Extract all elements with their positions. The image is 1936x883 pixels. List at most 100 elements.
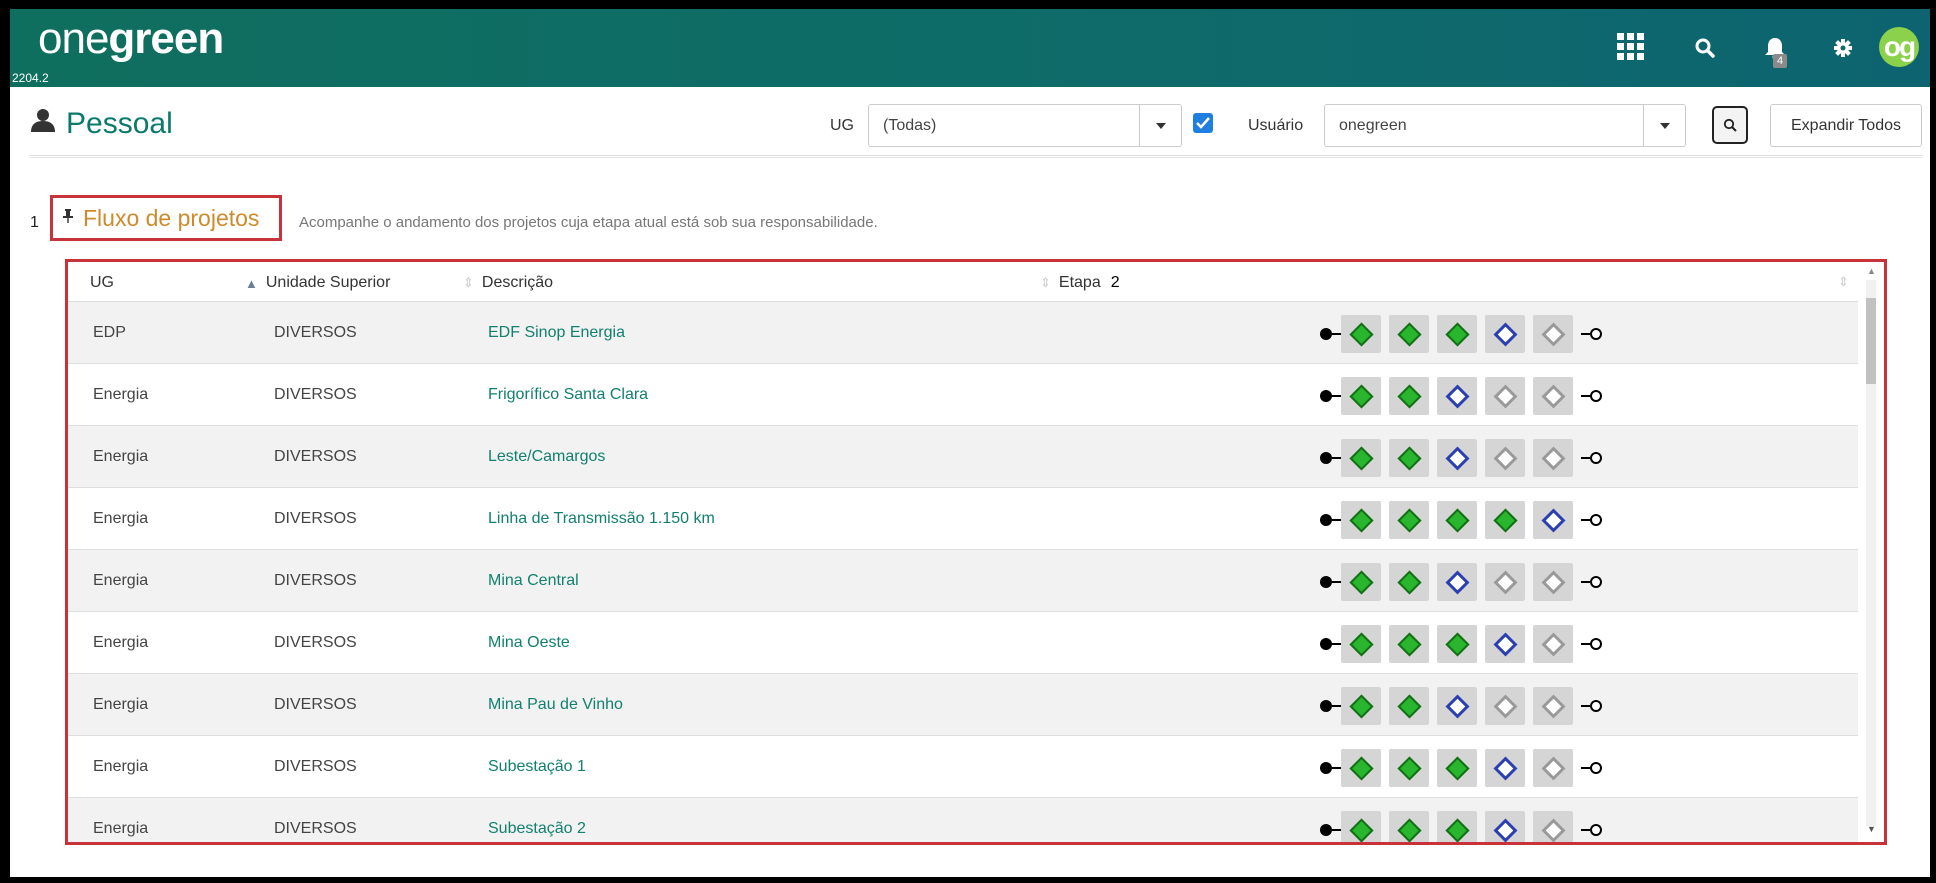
gear-icon[interactable] xyxy=(1828,31,1858,65)
stage-step-gray[interactable] xyxy=(1485,563,1525,601)
stage-step-gray[interactable] xyxy=(1533,563,1573,601)
stage-step-blue[interactable] xyxy=(1485,811,1525,842)
stage-start-dot xyxy=(1320,576,1332,588)
cell-descricao-link[interactable]: Linha de Transmissão 1.150 km xyxy=(488,510,715,528)
stage-step-blue[interactable] xyxy=(1485,315,1525,353)
stage-step-blue[interactable] xyxy=(1437,563,1477,601)
stage-step-gray[interactable] xyxy=(1533,749,1573,787)
scroll-thumb[interactable] xyxy=(1866,298,1876,384)
table-scrollbar[interactable]: ▲ ▼ xyxy=(1858,262,1884,842)
stage-step-green[interactable] xyxy=(1341,563,1381,601)
stage-step-gray[interactable] xyxy=(1485,377,1525,415)
cell-descricao-link[interactable]: Mina Pau de Vinho xyxy=(488,696,623,714)
diamond-icon xyxy=(1396,693,1422,719)
search-button[interactable] xyxy=(1712,106,1748,144)
section-header[interactable]: Fluxo de projetos xyxy=(50,195,282,241)
stage-step-blue[interactable] xyxy=(1533,501,1573,539)
stage-step-green[interactable] xyxy=(1341,377,1381,415)
column-header-extra[interactable]: ⇕ xyxy=(1838,274,1849,290)
stage-step-green[interactable] xyxy=(1341,625,1381,663)
stage-step-gray[interactable] xyxy=(1533,439,1573,477)
ug-select[interactable]: (Todas) xyxy=(868,104,1182,147)
stage-step-gray[interactable] xyxy=(1485,439,1525,477)
column-header-descricao[interactable]: ⇕ Descrição xyxy=(463,274,553,292)
cell-descricao-link[interactable]: Subestação 1 xyxy=(488,758,586,776)
stage-end-dot xyxy=(1590,390,1602,402)
column-header-etapa[interactable]: ⇕ Etapa 2 xyxy=(1040,274,1120,292)
pin-icon[interactable] xyxy=(63,208,73,228)
stage-step-green[interactable] xyxy=(1389,563,1429,601)
stage-step-green[interactable] xyxy=(1437,749,1477,787)
stage-step-gray[interactable] xyxy=(1533,315,1573,353)
diamond-icon xyxy=(1396,631,1422,657)
cell-descricao-link[interactable]: Frigorífico Santa Clara xyxy=(488,386,648,404)
stage-start-dot xyxy=(1320,514,1332,526)
scroll-up-arrow-icon[interactable]: ▲ xyxy=(1867,266,1876,276)
user-select[interactable]: onegreen xyxy=(1324,104,1686,147)
stage-step-green[interactable] xyxy=(1437,501,1477,539)
stage-step-green[interactable] xyxy=(1389,377,1429,415)
user-icon xyxy=(30,107,56,141)
diamond-icon xyxy=(1492,507,1518,533)
cell-ug: Energia xyxy=(93,634,149,651)
cell-ug: Energia xyxy=(93,510,149,527)
stage-step-green[interactable] xyxy=(1389,811,1429,842)
ug-checkbox[interactable] xyxy=(1193,113,1213,133)
stage-step-gray[interactable] xyxy=(1533,687,1573,725)
stage-step-green[interactable] xyxy=(1389,315,1429,353)
stage-start-dot xyxy=(1320,638,1332,650)
stage-step-gray[interactable] xyxy=(1533,811,1573,842)
column-header-ug[interactable]: UG xyxy=(90,274,114,292)
table-row[interactable]: Energia DIVERSOS Subestação 1 xyxy=(68,736,1858,798)
table-row[interactable]: EDP DIVERSOS EDF Sinop Energia xyxy=(68,302,1858,364)
table-row[interactable]: Energia DIVERSOS Mina Oeste xyxy=(68,612,1858,674)
stage-step-gray[interactable] xyxy=(1485,687,1525,725)
stage-step-green[interactable] xyxy=(1341,749,1381,787)
table-row[interactable]: Energia DIVERSOS Mina Central xyxy=(68,550,1858,612)
cell-ug: EDP xyxy=(93,324,126,341)
stage-step-green[interactable] xyxy=(1485,501,1525,539)
search-icon[interactable] xyxy=(1690,31,1720,65)
stage-step-blue[interactable] xyxy=(1437,439,1477,477)
table-row[interactable]: Energia DIVERSOS Linha de Transmissão 1.15… xyxy=(68,488,1858,550)
cell-descricao-link[interactable]: EDF Sinop Energia xyxy=(488,324,625,342)
avatar[interactable]: og xyxy=(1879,27,1919,67)
cell-descricao-link[interactable]: Leste/Camargos xyxy=(488,448,605,466)
table-row[interactable]: Energia DIVERSOS Leste/Camargos xyxy=(68,426,1858,488)
stage-step-green[interactable] xyxy=(1437,811,1477,842)
stage-step-blue[interactable] xyxy=(1437,687,1477,725)
table-row[interactable]: Energia DIVERSOS Frigorífico Santa Clara xyxy=(68,364,1858,426)
stage-step-green[interactable] xyxy=(1437,315,1477,353)
stage-step-blue[interactable] xyxy=(1485,625,1525,663)
stage-step-green[interactable] xyxy=(1437,625,1477,663)
scroll-down-arrow-icon[interactable]: ▼ xyxy=(1867,824,1876,834)
stage-step-green[interactable] xyxy=(1341,501,1381,539)
expand-all-button[interactable]: Expandir Todos xyxy=(1770,104,1922,147)
stage-step-green[interactable] xyxy=(1389,687,1429,725)
logo[interactable]: onegreen xyxy=(38,17,224,61)
stage-step-green[interactable] xyxy=(1389,439,1429,477)
chevron-down-icon[interactable] xyxy=(1643,105,1685,146)
stage-step-green[interactable] xyxy=(1389,625,1429,663)
stage-step-green[interactable] xyxy=(1341,811,1381,842)
stage-step-green[interactable] xyxy=(1341,315,1381,353)
cell-descricao-link[interactable]: Mina Central xyxy=(488,572,579,590)
chevron-down-icon[interactable] xyxy=(1139,105,1181,146)
diamond-icon xyxy=(1348,693,1374,719)
stage-step-blue[interactable] xyxy=(1485,749,1525,787)
stage-step-green[interactable] xyxy=(1341,439,1381,477)
cell-descricao-link[interactable]: Subestação 2 xyxy=(488,820,586,838)
table-row[interactable]: Energia DIVERSOS Subestação 2 xyxy=(68,798,1858,842)
apps-grid-icon[interactable] xyxy=(1615,33,1645,60)
cell-unidade-superior: DIVERSOS xyxy=(274,758,357,775)
stage-step-green[interactable] xyxy=(1389,501,1429,539)
cell-descricao-link[interactable]: Mina Oeste xyxy=(488,634,570,652)
stage-step-gray[interactable] xyxy=(1533,377,1573,415)
stage-step-green[interactable] xyxy=(1389,749,1429,787)
stage-step-green[interactable] xyxy=(1341,687,1381,725)
table-row[interactable]: Energia DIVERSOS Mina Pau de Vinho xyxy=(68,674,1858,736)
column-header-unidade-superior[interactable]: ▲ Unidade Superior xyxy=(245,274,390,292)
diamond-icon xyxy=(1396,383,1422,409)
stage-step-gray[interactable] xyxy=(1533,625,1573,663)
stage-step-blue[interactable] xyxy=(1437,377,1477,415)
